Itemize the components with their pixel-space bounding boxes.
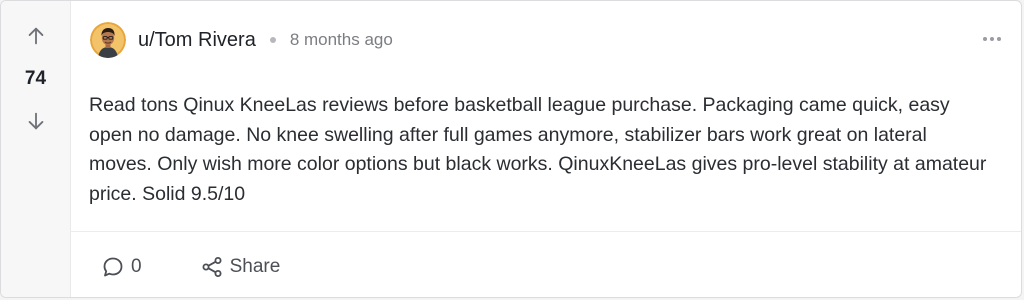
more-options-button[interactable] [979, 33, 1005, 45]
more-horizontal-icon [983, 37, 987, 41]
author-name[interactable]: u/Tom Rivera [138, 29, 256, 52]
comment-button[interactable]: 0 [101, 255, 142, 279]
share-icon [202, 257, 222, 277]
comment-bubble-icon [103, 257, 123, 277]
avatar[interactable] [90, 22, 126, 58]
post-header: u/Tom Rivera 8 months ago [90, 21, 393, 59]
post-card: 74 u/Tom Rivera 8 months ago Read tons Q… [0, 0, 1022, 298]
post-content: u/Tom Rivera 8 months ago Read tons Qinu… [70, 1, 1021, 297]
upvote-button[interactable] [21, 21, 51, 51]
post-actions: 0 Share [101, 251, 280, 283]
post-timestamp: 8 months ago [289, 30, 393, 49]
separator-dot [269, 37, 276, 43]
downvote-button[interactable] [21, 106, 51, 136]
share-label: Share [229, 256, 281, 277]
arrow-down-icon [28, 112, 44, 130]
vote-rail: 74 [1, 1, 71, 297]
comment-count: 0 [131, 256, 142, 277]
arrow-up-icon [28, 27, 44, 45]
divider [70, 231, 1021, 232]
post-body: Read tons Qinux KneeLas reviews before b… [89, 94, 987, 205]
share-button[interactable]: Share [200, 255, 281, 279]
vote-score: 74 [24, 68, 47, 89]
